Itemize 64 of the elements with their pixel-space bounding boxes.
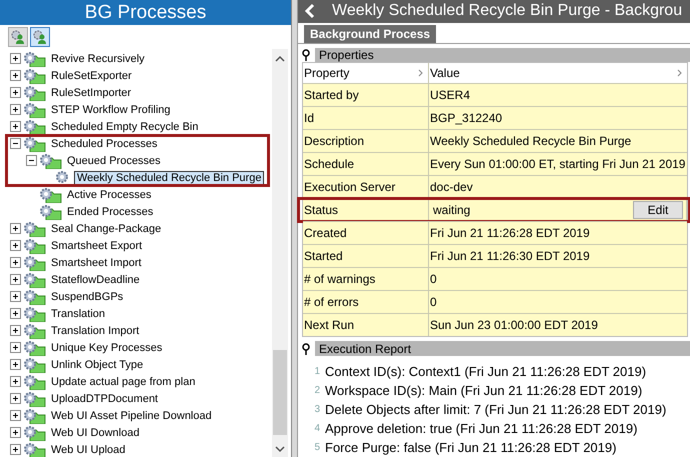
tree-item[interactable]: Smartsheet Import — [49, 256, 144, 268]
line-number: 1 — [313, 366, 320, 377]
table-cell: Started — [304, 249, 343, 264]
edit-button[interactable]: Edit — [633, 201, 683, 220]
tree-item[interactable]: Smartsheet Export — [49, 240, 144, 252]
tab[interactable]: Background Process — [304, 24, 436, 43]
tree-item[interactable]: RuleSetExporter — [49, 70, 134, 82]
tree-item[interactable]: Translation Import — [49, 324, 142, 336]
tree-item[interactable]: Translation — [49, 308, 108, 320]
tree-item[interactable]: Queued Processes — [65, 154, 163, 166]
table-cell: doc-dev — [430, 180, 473, 194]
table-cell: Description — [304, 134, 364, 148]
column-header[interactable]: Value — [430, 66, 460, 80]
report-line: Approve deletion: true (Fri Jun 21 11:26:28 EDT 2019) — [325, 420, 638, 436]
table-cell: USER4 — [430, 88, 470, 102]
tree-item[interactable]: Web UI Asset Pipeline Download — [49, 410, 214, 422]
window-title: Weekly Scheduled Recycle Bin Purge - Backgrou — [332, 2, 682, 20]
tree-item[interactable]: Ended Processes — [65, 206, 156, 218]
tree-item[interactable]: Active Processes — [65, 188, 154, 200]
section-title: Execution Report — [319, 342, 412, 356]
tree-item[interactable]: Unlink Object Type — [49, 358, 146, 370]
report-line: Force Purge: false (Fri Jun 21 11:26:28 EDT 2019) — [325, 440, 616, 455]
line-number: 4 — [313, 422, 320, 434]
tree-item[interactable]: Scheduled Empty Recycle Bin — [49, 120, 200, 132]
section-title: Properties — [319, 48, 374, 62]
tree-item[interactable]: Weekly Scheduled Recycle Bin Purge — [75, 172, 264, 184]
table-cell: Id — [304, 111, 314, 126]
table-cell: Schedule — [304, 157, 354, 172]
table-cell: 0 — [430, 295, 437, 310]
table-cell: # of warnings — [304, 272, 376, 286]
tree-item[interactable]: StateflowDeadline — [49, 274, 142, 286]
line-number: 2 — [313, 384, 320, 396]
tree-item[interactable]: Unique Key Processes — [49, 342, 164, 354]
tree-item[interactable]: Web UI Download — [49, 426, 142, 438]
report-line: Delete Objects after limit: 7 (Fri Jun 21 11:26:28 EDT 2019) — [325, 402, 666, 417]
table-cell: Fri Jun 21 11:26:30 EDT 2019 — [430, 249, 590, 264]
table-cell: waiting — [433, 203, 470, 218]
table-cell: Status — [304, 203, 338, 218]
table-cell: BGP_312240 — [430, 111, 502, 126]
line-number: 5 — [313, 442, 320, 453]
tree-item[interactable]: SuspendBGPs — [49, 290, 126, 302]
table-cell: Weekly Scheduled Recycle Bin Purge — [430, 134, 632, 148]
table-cell: Created — [304, 226, 347, 240]
tree-item[interactable]: Update actual page from plan — [49, 376, 198, 388]
tree-item[interactable]: STEP Workflow Profiling — [49, 104, 172, 116]
table-cell: Sun Jun 23 01:00:00 EDT 2019 — [430, 318, 598, 332]
tree-item[interactable]: Web UI Upload — [49, 444, 128, 456]
tree-item[interactable]: Revive Recursively — [49, 52, 147, 64]
table-cell: Fri Jun 21 11:26:28 EDT 2019 — [430, 226, 590, 240]
column-header[interactable]: Property — [304, 66, 350, 80]
table-cell: Next Run — [304, 318, 354, 332]
tree-item[interactable]: Seal Change-Package — [49, 222, 164, 234]
report-line: Workspace ID(s): Main (Fri Jun 21 11:26:28 EDT 2019) — [325, 382, 642, 398]
table-cell: Started by — [304, 88, 359, 102]
tree-item[interactable]: Scheduled Processes — [49, 138, 160, 150]
table-cell: Every Sun 01:00:00 ET, starting Fri Jun 21 2019 — [430, 157, 686, 172]
report-line: Context ID(s): Context1 (Fri Jun 21 11:26:28 EDT 2019) — [325, 364, 646, 379]
table-cell: # of errors — [304, 295, 359, 310]
tree-item[interactable]: UploadDTPDocument — [49, 392, 160, 404]
table-cell: Execution Server — [304, 180, 396, 194]
tree-item[interactable]: RuleSetImporter — [49, 86, 134, 98]
panel-title: BG Processes — [0, 0, 291, 25]
line-number: 3 — [313, 404, 320, 415]
table-cell: 0 — [430, 272, 437, 286]
